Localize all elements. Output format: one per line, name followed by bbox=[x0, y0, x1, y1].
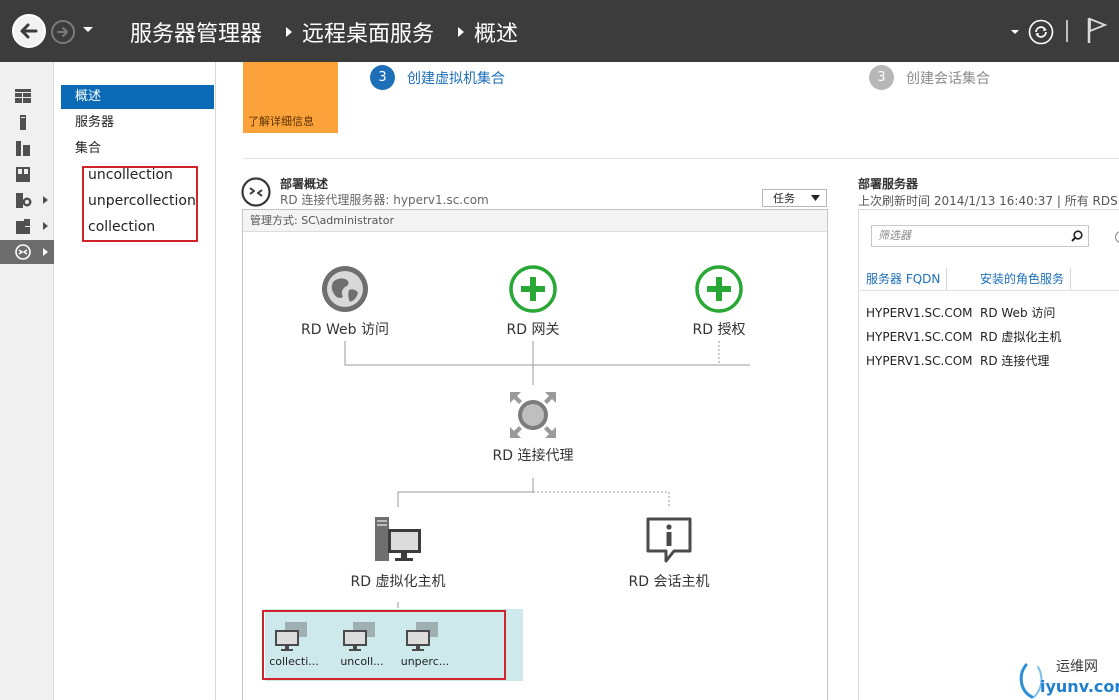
forward-arrow-icon bbox=[57, 27, 68, 37]
deployment-servers-title: 部署服务器 bbox=[858, 177, 919, 191]
server-fqdn: HYPERV1.SC.COM bbox=[866, 354, 973, 368]
section-divider bbox=[243, 158, 1119, 159]
server-role: RD Web 访问 bbox=[980, 306, 1056, 320]
title-bar: 服务器管理器 远程桌面服务 概述 bbox=[0, 0, 1119, 62]
filter-placeholder: 筛选器 bbox=[878, 229, 911, 242]
table-row[interactable]: HYPERV1.SC.COM RD Web 访问 bbox=[866, 303, 1055, 323]
nav-collection-unpercollection[interactable]: unpercollection bbox=[83, 189, 196, 213]
server-role: RD 连接代理 bbox=[980, 354, 1050, 368]
breadcrumb-separator-icon bbox=[458, 27, 464, 37]
role-rd-gateway[interactable]: RD 网关 bbox=[483, 319, 583, 339]
remote-desktop-icon bbox=[15, 244, 31, 260]
refresh-icon[interactable] bbox=[1028, 19, 1054, 45]
connection-broker-icon[interactable] bbox=[508, 390, 558, 440]
header-underline bbox=[859, 290, 1119, 291]
deployment-overview-title: 部署概述 bbox=[280, 177, 329, 191]
expand-arrow-icon[interactable] bbox=[42, 195, 49, 205]
filter-input[interactable]: 筛选器 bbox=[871, 225, 1089, 247]
connection-broker-server: RD 连接代理服务器: hyperv1.sc.com bbox=[280, 193, 489, 207]
iis-icon bbox=[16, 219, 30, 234]
step-number-badge: 3 bbox=[370, 65, 395, 90]
add-role-plus-icon[interactable] bbox=[508, 264, 558, 314]
rail-file-storage[interactable] bbox=[0, 162, 54, 186]
step-create-vm-collection[interactable]: 3 创建虚拟机集合 bbox=[370, 65, 505, 90]
role-rd-web-access[interactable]: RD Web 访问 bbox=[295, 319, 395, 339]
rail-iis[interactable] bbox=[0, 214, 54, 238]
nav-item-collections[interactable]: 集合 bbox=[61, 137, 214, 161]
rail-local-server[interactable] bbox=[0, 110, 54, 134]
column-header-fqdn[interactable]: 服务器 FQDN bbox=[866, 268, 948, 290]
all-servers-icon bbox=[16, 141, 30, 156]
table-row[interactable]: HYPERV1.SC.COM RD 虚拟化主机 bbox=[866, 327, 1061, 347]
role-rd-session-host[interactable]: RD 会话主机 bbox=[614, 571, 724, 591]
deployment-overview-icon bbox=[241, 177, 271, 207]
toolbar-divider bbox=[1066, 20, 1068, 42]
forward-button[interactable] bbox=[51, 20, 75, 44]
highlight-box-vm-collections bbox=[262, 610, 506, 680]
add-role-plus-icon[interactable] bbox=[694, 264, 744, 314]
table-row[interactable]: HYPERV1.SC.COM RD 连接代理 bbox=[866, 351, 1049, 371]
managed-as-label: 管理方式: SC\administrator bbox=[243, 210, 827, 232]
rail-dashboard[interactable] bbox=[0, 84, 54, 108]
tasks-dropdown-label: 任务 bbox=[773, 192, 795, 205]
rail-all-servers[interactable] bbox=[0, 136, 54, 160]
dashboard-grid-icon bbox=[15, 89, 31, 103]
globe-icon[interactable] bbox=[320, 264, 370, 314]
deployment-servers-refresh-time: 上次刷新时间 2014/1/13 16:40:37 | 所有 RDS 角 bbox=[858, 194, 1119, 208]
server-fqdn: HYPERV1.SC.COM bbox=[866, 330, 973, 344]
column-header-roles[interactable]: 安装的角色服务 bbox=[980, 268, 1072, 290]
role-rd-licensing[interactable]: RD 授权 bbox=[669, 319, 769, 339]
breadcrumb-dropdown-icon[interactable] bbox=[1010, 28, 1020, 36]
filter-options-icon[interactable] bbox=[1115, 231, 1119, 243]
chevron-down-icon bbox=[811, 195, 820, 201]
site-watermark: 运维网 iyunv.com bbox=[1014, 655, 1119, 700]
tasks-dropdown[interactable]: 任务 bbox=[762, 189, 827, 207]
deployment-servers-panel: 筛选器 服务器 FQDN 安装的角色服务 HYPERV1.SC.COM RD W… bbox=[858, 209, 1119, 700]
step-label[interactable]: 创建虚拟机集合 bbox=[407, 68, 505, 88]
breadcrumb-remote-desktop[interactable]: 远程桌面服务 bbox=[302, 17, 434, 47]
hyper-v-icon bbox=[16, 193, 32, 208]
nav-collection-collection[interactable]: collection bbox=[83, 215, 193, 239]
history-dropdown-icon[interactable] bbox=[82, 24, 94, 36]
role-rd-connection-broker[interactable]: RD 连接代理 bbox=[478, 445, 588, 465]
step-label: 创建会话集合 bbox=[906, 70, 990, 87]
watermark-url: iyunv.com bbox=[1040, 677, 1119, 696]
watermark-cn: 运维网 bbox=[1056, 659, 1098, 675]
step-number-badge: 3 bbox=[869, 65, 894, 90]
file-storage-icon bbox=[16, 167, 30, 182]
expand-arrow-icon[interactable] bbox=[42, 247, 49, 257]
step-create-session-collection: 3 创建会话集合 bbox=[869, 65, 990, 90]
server-role: RD 虚拟化主机 bbox=[980, 330, 1062, 344]
learn-more-link[interactable]: 了解详细信息 bbox=[248, 113, 314, 129]
virtualization-host-icon[interactable] bbox=[373, 515, 423, 565]
breadcrumb-server-manager[interactable]: 服务器管理器 bbox=[130, 17, 262, 47]
rail-hyper-v[interactable] bbox=[0, 188, 54, 212]
back-arrow-icon bbox=[20, 23, 38, 39]
notifications-flag-icon[interactable] bbox=[1086, 16, 1108, 44]
session-host-info-icon[interactable] bbox=[644, 515, 694, 565]
search-icon[interactable] bbox=[1071, 230, 1083, 242]
local-server-icon bbox=[20, 115, 26, 130]
nav-item-servers[interactable]: 服务器 bbox=[61, 111, 214, 135]
nav-tree: 概述 服务器 集合 uncollection unpercollection c… bbox=[55, 62, 216, 700]
server-fqdn: HYPERV1.SC.COM bbox=[866, 306, 973, 320]
nav-item-overview[interactable]: 概述 bbox=[61, 85, 214, 109]
expand-arrow-icon[interactable] bbox=[42, 221, 49, 231]
breadcrumb-separator-icon bbox=[286, 27, 292, 37]
icon-rail bbox=[0, 62, 54, 700]
main-content: 了解详细信息 3 创建虚拟机集合 3 创建会话集合 部署概述 RD 连接代理服务… bbox=[217, 62, 1119, 700]
rail-remote-desktop-services[interactable] bbox=[0, 240, 54, 264]
breadcrumb-overview: 概述 bbox=[474, 22, 519, 47]
learn-more-tile[interactable]: 了解详细信息 bbox=[243, 62, 338, 133]
role-rd-virtualization-host[interactable]: RD 虚拟化主机 bbox=[343, 571, 453, 591]
back-button[interactable] bbox=[12, 14, 46, 48]
nav-collection-uncollection[interactable]: uncollection bbox=[83, 163, 193, 187]
